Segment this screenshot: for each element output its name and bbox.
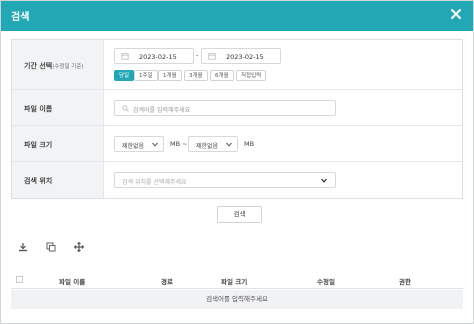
file-name-label-cell: 파일 이름 [12,90,104,125]
file-name-placeholder: 검색어를 입력해주세요 [133,107,191,114]
chevron-down-icon [321,178,327,183]
max-size-value: 제한없음 [196,143,219,150]
quick-range-button[interactable]: 당일 [114,70,135,81]
column-header-permission[interactable]: 권한 [399,276,411,286]
quick-range-button[interactable]: 3개월 [184,70,208,81]
quick-range-button[interactable]: 6개월 [210,70,234,81]
start-date-value: 2023-02-15 [139,52,177,61]
min-size-select[interactable]: 제한없음 [114,136,164,152]
calendar-icon [121,53,129,60]
period-label-note: (수정일 기준) [52,64,84,70]
column-header-file-name[interactable]: 파일 이름 [59,276,85,286]
download-icon[interactable] [17,241,29,253]
calendar-icon [208,53,216,60]
location-placeholder: 검색 위치를 선택해주세요 [122,179,187,186]
search-form: 기간 선택(수정일 기준) 2023-02-15 - 2023-02-15 당일… [11,39,463,199]
max-size-select[interactable]: 제한없음 [188,136,238,152]
date-separator: - [196,51,199,59]
min-size-value: 제한없음 [122,143,145,150]
location-row: 검색 위치 검색 위치를 선택해주세요 [12,162,462,198]
search-button[interactable]: 검색 [217,206,262,223]
column-header-path[interactable]: 경로 [161,276,173,286]
location-label: 검색 위치 [24,177,53,185]
period-label-cell: 기간 선택(수정일 기준) [12,40,104,89]
empty-results-message: 검색어를 입력해주세요 [11,290,463,309]
quick-range-button[interactable]: 1개월 [158,70,182,81]
file-size-row: 파일 크기 제한없음 MB ~ 제한없음 MB [12,126,462,162]
search-icon [122,105,129,112]
results-table-header: 파일 이름 경로 파일 크기 수정일 권한 [11,271,463,289]
location-label-cell: 검색 위치 [12,162,104,198]
file-name-row: 파일 이름 검색어를 입력해주세요 [12,90,462,126]
quick-range-button[interactable]: 직접입력 [236,70,267,81]
start-date-input[interactable]: 2023-02-15 [114,48,194,64]
file-size-label-cell: 파일 크기 [12,126,104,161]
chevron-down-icon [226,142,232,147]
chevron-down-icon [152,142,158,147]
quick-range-button[interactable]: 1주일 [134,70,158,81]
period-label: 기간 선택(수정일 기준) [24,62,84,70]
search-dialog: 검색 기간 선택(수정일 기준) 2023-02-15 - 2023-02-15… [0,0,474,324]
copy-icon[interactable] [45,241,57,253]
column-header-modified[interactable]: 수정일 [317,276,335,286]
dialog-titlebar: 검색 [1,1,473,31]
end-date-value: 2023-02-15 [226,52,264,61]
location-select[interactable]: 검색 위치를 선택해주세요 [114,172,336,188]
select-all-checkbox[interactable] [16,276,23,283]
column-header-file-size[interactable]: 파일 크기 [221,276,247,286]
file-size-label: 파일 크기 [24,141,53,149]
period-row: 기간 선택(수정일 기준) 2023-02-15 - 2023-02-15 당일… [12,40,462,90]
min-size-unit: MB ~ [170,140,188,148]
end-date-input[interactable]: 2023-02-15 [201,48,281,64]
move-icon[interactable] [73,241,85,253]
file-name-label: 파일 이름 [24,105,53,113]
dialog-title: 검색 [11,12,30,23]
close-icon[interactable] [449,7,463,21]
file-name-input[interactable]: 검색어를 입력해주세요 [114,100,336,116]
max-size-unit: MB [244,140,255,148]
